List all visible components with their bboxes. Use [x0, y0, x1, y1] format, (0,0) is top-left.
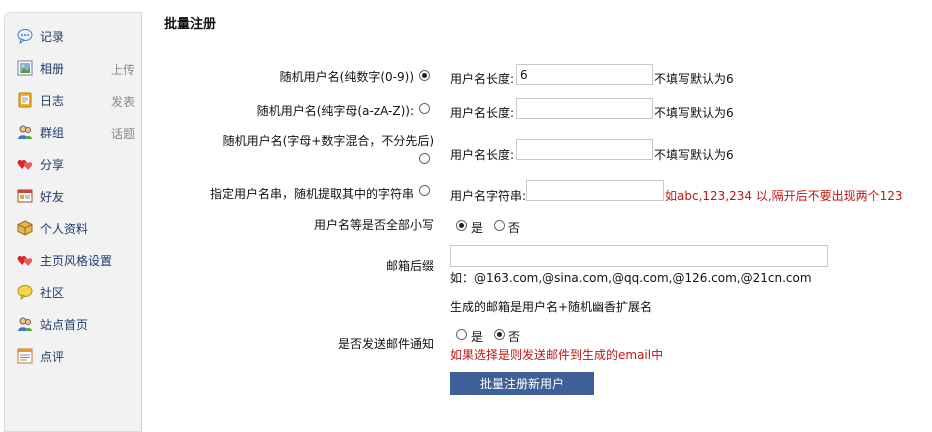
- notify-no-radio[interactable]: [494, 329, 505, 340]
- notebook-icon: [17, 92, 33, 108]
- hearts-icon: [17, 156, 33, 172]
- string-label: 用户名字符串:: [450, 189, 527, 203]
- option-mixed-radio[interactable]: [419, 153, 430, 164]
- lowercase-yes-label: 是: [471, 221, 484, 235]
- topic-link[interactable]: 话题: [111, 125, 135, 142]
- length-input-3[interactable]: [516, 139, 653, 160]
- notify-yes-label: 是: [471, 330, 484, 344]
- option-mixed-label: 随机用户名(字母+数字混合，不分先后): [222, 134, 434, 148]
- sidebar-item-label: 相册: [40, 62, 65, 76]
- sidebar-item-label: 个人资料: [40, 222, 89, 236]
- sidebar-item-share[interactable]: 分享: [17, 154, 135, 174]
- page-title: 批量注册: [164, 17, 217, 32]
- sidebar-item-label: 社区: [40, 286, 65, 300]
- group-icon: [17, 124, 33, 140]
- length-input-2[interactable]: [516, 98, 653, 119]
- lowercase-no-radio[interactable]: [494, 220, 505, 231]
- batch-register-button[interactable]: 批量注册新用户: [450, 372, 594, 395]
- option-alpha-label: 随机用户名(纯字母(a-zA-Z)):: [256, 104, 414, 118]
- upload-link[interactable]: 上传: [111, 61, 135, 78]
- string-input[interactable]: [526, 180, 664, 201]
- notify-hint: 如果选择是则发送邮件到生成的email中: [450, 348, 664, 362]
- length-label-2: 用户名长度:: [450, 106, 515, 120]
- sidebar-item-label: 主页风格设置: [40, 254, 113, 268]
- email-suffix-input[interactable]: [450, 245, 828, 267]
- sidebar-item-label: 群组: [40, 126, 65, 140]
- post-link[interactable]: 发表: [111, 93, 135, 110]
- lowercase-no-label: 否: [508, 221, 521, 235]
- sidebar-item-label: 点评: [40, 350, 65, 364]
- package-icon: [17, 220, 33, 236]
- sidebar-item-theme-settings[interactable]: 主页风格设置: [17, 250, 135, 270]
- option-numeric-label: 随机用户名(纯数字(0-9)): [279, 70, 414, 84]
- sidebar-item-label: 日志: [40, 94, 65, 108]
- length-hint-2: 不填写默认为6: [654, 106, 734, 120]
- length-label-1: 用户名长度:: [450, 72, 515, 86]
- list-icon: [17, 348, 33, 364]
- lowercase-yes-radio[interactable]: [456, 220, 467, 231]
- length-hint-3: 不填写默认为6: [654, 148, 734, 162]
- length-input-1[interactable]: [516, 64, 653, 85]
- sidebar-item-records[interactable]: 记录: [17, 26, 135, 46]
- home-users-icon: [17, 316, 33, 332]
- speech-bubble-icon: [17, 28, 33, 45]
- photo-icon: [17, 60, 33, 76]
- notify-label: 是否发送邮件通知: [337, 337, 434, 351]
- sidebar-item-blog[interactable]: 日志 发表: [17, 90, 135, 110]
- option-alpha-radio[interactable]: [419, 103, 430, 114]
- sidebar-item-home[interactable]: 站点首页: [17, 314, 135, 334]
- sidebar-item-label: 好友: [40, 190, 65, 204]
- notify-yes-radio[interactable]: [456, 329, 467, 340]
- sidebar-item-label: 站点首页: [40, 318, 89, 332]
- sidebar-item-community[interactable]: 社区: [17, 282, 135, 302]
- length-label-3: 用户名长度:: [450, 148, 515, 162]
- address-book-icon: [17, 188, 33, 204]
- option-string-label: 指定用户名串，随机提取其中的字符串: [209, 187, 414, 201]
- hearts-icon: [17, 252, 33, 268]
- chat-icon: [17, 284, 33, 301]
- sidebar-item-reviews[interactable]: 点评: [17, 346, 135, 366]
- sidebar-item-label: 分享: [40, 158, 65, 172]
- email-note: 生成的邮箱是用户名+随机幽香扩展名: [450, 300, 653, 314]
- email-example: 如：@163.com,@sina.com,@qq.com,@126.com,@2…: [450, 271, 812, 285]
- sidebar: 记录 相册 上传 日志 发表 群组 话题 分享 好友 个人资料 主页风格设置 社…: [4, 12, 142, 432]
- sidebar-item-profile[interactable]: 个人资料: [17, 218, 135, 238]
- sidebar-item-friends[interactable]: 好友: [17, 186, 135, 206]
- lowercase-label: 用户名等是否全部小写: [313, 218, 434, 232]
- email-suffix-label: 邮箱后缀: [385, 259, 434, 273]
- notify-no-label: 否: [508, 330, 521, 344]
- string-hint: 如abc,123,234 以,隔开后不要出现两个123: [665, 189, 903, 203]
- length-hint-1: 不填写默认为6: [654, 72, 734, 86]
- option-string-radio[interactable]: [419, 185, 430, 196]
- option-numeric-radio[interactable]: [419, 70, 430, 81]
- sidebar-item-groups[interactable]: 群组 话题: [17, 122, 135, 142]
- sidebar-item-album[interactable]: 相册 上传: [17, 58, 135, 78]
- sidebar-item-label: 记录: [40, 30, 65, 44]
